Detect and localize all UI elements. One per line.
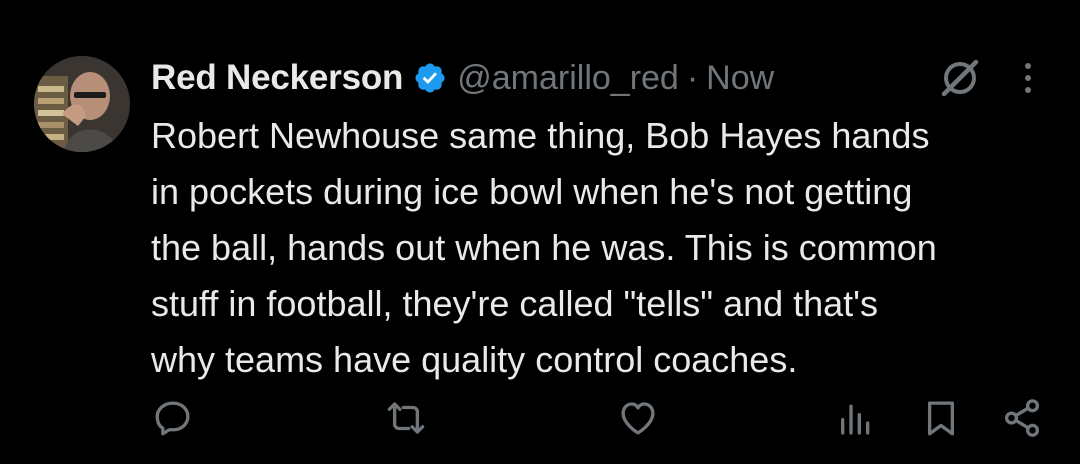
action-bar <box>0 396 1080 440</box>
repost-icon <box>387 402 425 434</box>
views-button[interactable] <box>836 396 876 440</box>
display-name[interactable]: Red Neckerson <box>151 58 403 98</box>
verified-badge-icon[interactable] <box>413 61 447 95</box>
bookmark-button[interactable] <box>920 396 962 440</box>
avatar-image <box>34 56 130 152</box>
repost-button[interactable] <box>384 396 428 440</box>
avatar[interactable] <box>34 56 130 152</box>
share-button[interactable] <box>1000 396 1044 440</box>
bookmark-icon <box>927 401 955 436</box>
like-button[interactable] <box>616 396 660 440</box>
author-handle[interactable]: @amarillo_red <box>457 59 679 98</box>
reply-icon <box>155 401 190 436</box>
tweet-header: Red Neckerson @amarillo_red · Now <box>151 57 774 99</box>
separator-dot: · <box>686 58 699 97</box>
views-icon <box>841 404 870 435</box>
tweet-text: Robert Newhouse same thing, Bob Hayes ha… <box>151 115 937 380</box>
reply-button[interactable] <box>152 396 194 440</box>
timestamp[interactable]: Now <box>706 59 774 98</box>
more-options-icon[interactable] <box>1020 58 1036 98</box>
tweet-card[interactable]: Red Neckerson @amarillo_red · Now Robert… <box>0 0 1080 464</box>
grok-icon[interactable] <box>938 58 982 98</box>
share-icon <box>1004 399 1040 437</box>
like-icon <box>621 402 655 435</box>
